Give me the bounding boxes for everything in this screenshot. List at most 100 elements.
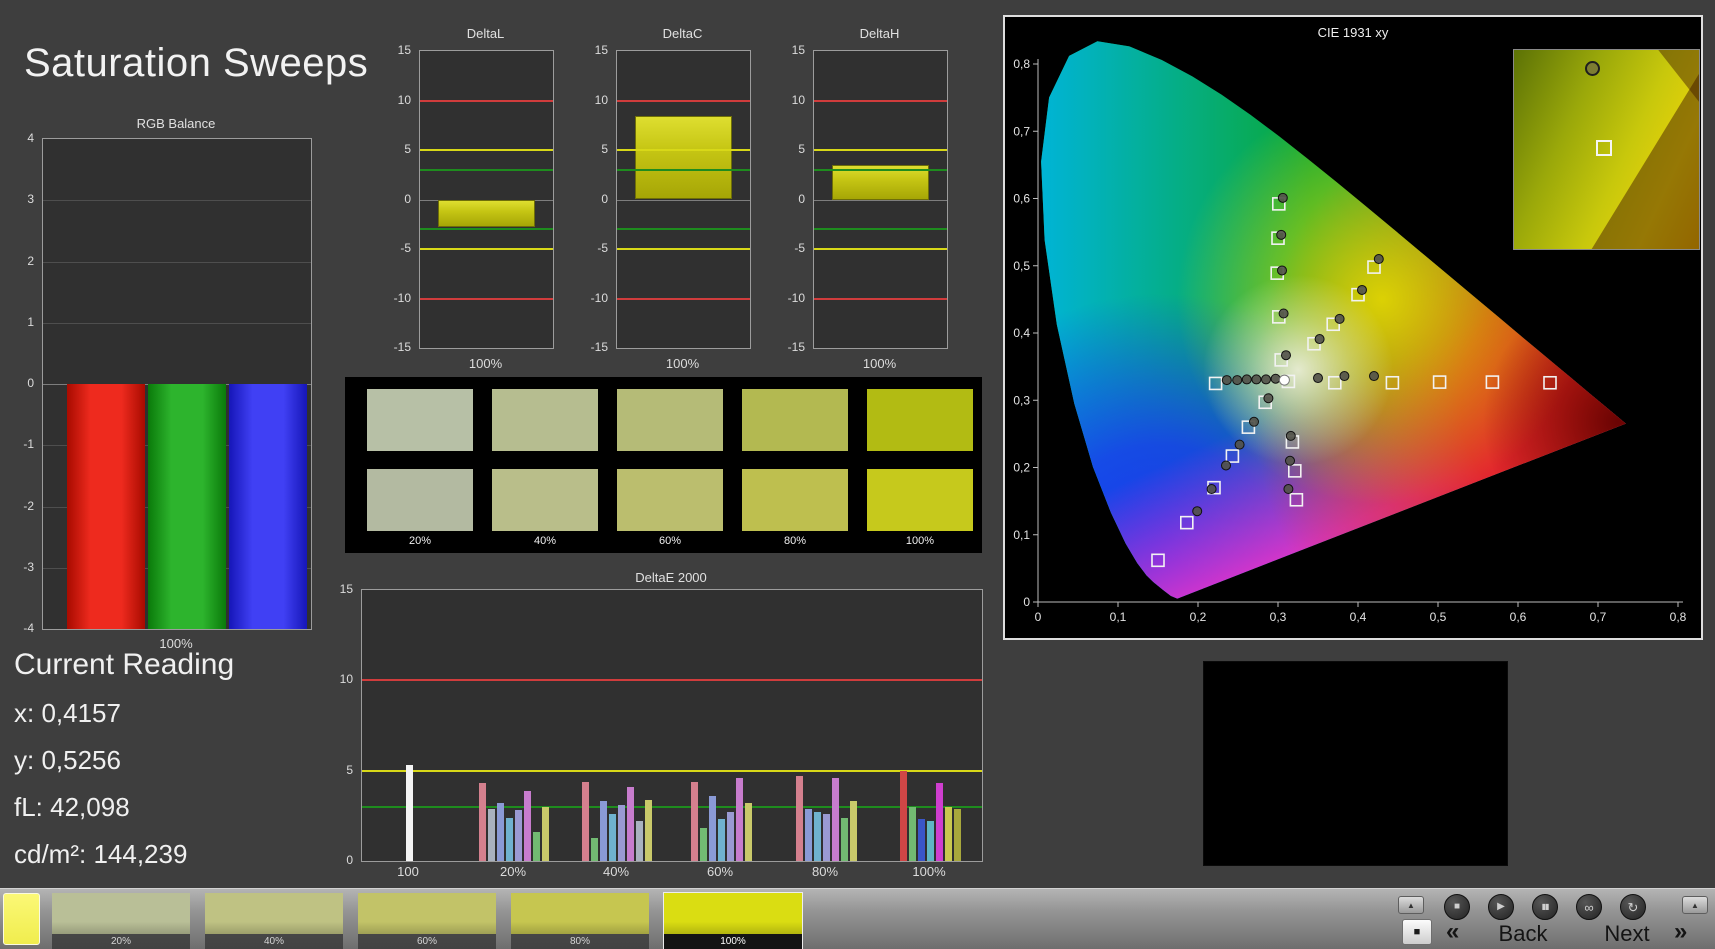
cie-measured-circle [1369,371,1379,382]
cie-y-tick: 0,8 [1013,57,1030,71]
play-button[interactable]: ▶ [1488,894,1514,920]
cie-measured-circle [1192,506,1203,517]
refresh-button[interactable]: ↻ [1620,894,1646,920]
deltal-x-label: 100% [468,356,503,371]
cie-measured-circle [1278,308,1289,319]
deltae-bar [796,776,803,861]
y-tick-label: 0 [798,192,805,206]
pattern-color-button[interactable] [3,893,40,945]
swatch-cell [492,389,598,451]
back-button[interactable]: Back [1486,921,1560,947]
ref-line [814,228,947,230]
y-tick-label: 3 [27,192,34,206]
ref-line [362,770,982,772]
x-tick-label: 80% [811,864,839,879]
gridline [43,200,311,201]
ref-line [617,298,750,300]
scroll-up-right-button[interactable]: ▲ [1682,896,1708,914]
taskbar-tab-100[interactable]: 100% [664,893,802,949]
y-tick-label: -15 [393,340,411,354]
deltae-bar [582,782,589,861]
deltal-y-axis: 15 10 5 0 -5 -10 -15 [385,43,415,354]
deltae-bar [850,801,857,861]
rgb-balance-chart: RGB Balance 4 3 2 1 0 -1 -2 -3 -4 100% [10,114,330,659]
reading-y: y: 0,5256 [14,745,121,775]
deltal-chart: DeltaL 15 10 5 0 -5 -10 -15 100% [385,22,565,374]
deltae-bar [591,838,598,861]
tab-color-swatch [358,893,496,934]
scroll-up-button[interactable]: ▲ [1398,896,1424,914]
deltae-bar [700,828,707,861]
loop-icon: ∞ [1584,899,1594,915]
swatch-col-label: 80% [783,535,807,547]
ref-line [617,169,750,171]
cie-measured-circle [1206,484,1217,495]
cie-y-tick: 0,2 [1013,461,1030,475]
taskbar-tab-80[interactable]: 80% [511,893,649,949]
next-button[interactable]: Next [1590,921,1664,947]
loop-button[interactable]: ∞ [1576,894,1602,920]
cie-x-tick: 0,2 [1190,610,1207,624]
saturation-tab-strip: 20% 40% 60% 80% 100% [52,891,822,949]
y-tick-label: -5 [794,241,805,255]
swatch-cell [617,389,723,451]
tab-color-swatch [52,893,190,934]
reading-cdm2: cd/m²: 144,239 [14,839,188,869]
y-tick-label: 0 [27,376,34,390]
deltae-bar [832,778,839,861]
cie-y-tick: 0,7 [1013,124,1030,138]
cie-measured-circle [1232,375,1243,386]
ref-line [617,228,750,230]
page-title: Saturation Sweeps [24,40,369,85]
deltae-bar [745,803,752,861]
cie-x-tick: 0,4 [1350,610,1367,624]
y-tick-label: 5 [601,142,608,156]
swatch-col-label: 20% [408,535,432,547]
pause-button[interactable]: ▮▮ [1532,894,1558,920]
taskbar-tab-20[interactable]: 20% [52,893,190,949]
ref-line [362,806,982,808]
zero-line [617,200,750,201]
inset-measured-point [1585,61,1600,76]
deltae-bar [936,783,943,861]
swatch-col-label: 60% [658,535,682,547]
y-tick-label: 5 [404,142,411,156]
next-arrow-button[interactable]: » [1674,918,1687,946]
deltae-bar [600,801,607,861]
cie-x-tick: 0,1 [1110,610,1127,624]
cie-y-tick: 0,1 [1013,528,1030,542]
y-tick-label: 10 [791,93,805,107]
y-tick-label: -1 [23,437,34,451]
cie-measured-circle [1270,373,1281,384]
swatch-cell [742,469,848,531]
x-tick-label: 100 [397,864,419,879]
rgb-balance-plot [42,138,312,630]
stop-button[interactable]: ■ [1444,894,1470,920]
deltae-bar [609,814,616,861]
back-arrow-button[interactable]: « [1446,918,1459,946]
ref-line [617,149,750,151]
deltac-title: DeltaC [662,26,703,41]
delta-bar [438,200,535,227]
tab-color-swatch [205,893,343,934]
cie-measured-circle [1241,374,1252,385]
deltae-bar [954,809,961,861]
deltae-bar [691,782,698,861]
cie-chart-panel: 0 0,1 0,2 0,3 0,4 0,5 0,6 0,7 0,8 0 0,1 0,2 0,3 0,4 0,… [1003,15,1703,640]
y-tick-label: 15 [397,43,411,57]
tab-label: 40% [205,934,343,949]
swatch-cell [617,469,723,531]
cie-y-tick: 0,3 [1013,393,1030,407]
deltae-bar [945,807,952,861]
swatch-cell [367,389,473,451]
tab-label: 20% [52,934,190,949]
pattern-window-button[interactable]: ■ [1402,919,1432,945]
y-tick-label: -4 [23,621,34,635]
cie-measured-circle [1276,229,1287,240]
cie-y-tick: 0,5 [1013,259,1030,273]
swatch-cell [492,469,598,531]
taskbar-tab-60[interactable]: 60% [358,893,496,949]
taskbar-tab-40[interactable]: 40% [205,893,343,949]
deltal-title: DeltaL [466,26,505,41]
cie-measured-circle [1373,254,1384,265]
